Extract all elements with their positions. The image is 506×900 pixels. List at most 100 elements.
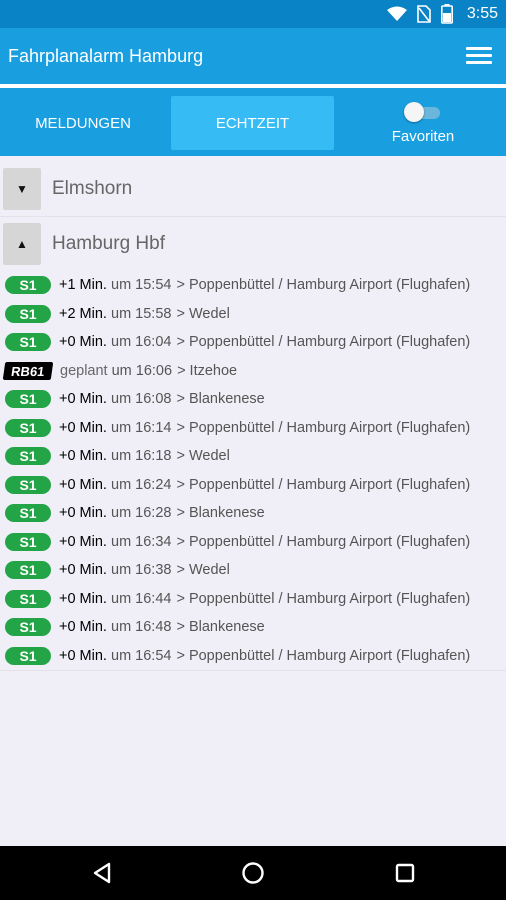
delay: +0 Min.: [59, 476, 107, 493]
status-bar: 3:55: [0, 0, 506, 28]
destination: > Itzehoe: [177, 362, 238, 379]
departure-row[interactable]: S1 +0 Min. um 16:14 > Poppenbüttel / Hambur…: [0, 414, 506, 443]
departure-row[interactable]: RB61 geplant um 16:06 > Itzehoe: [0, 357, 506, 386]
status-icons: 3:55: [386, 4, 498, 24]
delay: geplant: [60, 362, 108, 379]
delay: +1 Min.: [59, 277, 107, 294]
destination: > Wedel: [176, 305, 230, 322]
delay: +0 Min.: [59, 647, 107, 664]
hamburger-menu-icon[interactable]: [466, 44, 492, 68]
departure-row[interactable]: S1 +0 Min. um 16:08 > Blankenese: [0, 385, 506, 414]
departure-row[interactable]: S1 +0 Min. um 16:44 > Poppenbüttel / Hambur…: [0, 585, 506, 614]
station-elmshorn[interactable]: ▼ Elmshorn: [0, 162, 506, 217]
um-label: um: [111, 391, 132, 408]
departure-time: 16:34: [135, 533, 172, 550]
tab-meldungen[interactable]: MELDUNGEN: [0, 96, 166, 150]
departure-time: 16:48: [135, 619, 172, 636]
recent-apps-icon[interactable]: [391, 859, 419, 887]
system-nav-bar: [0, 846, 506, 900]
um-label: um: [111, 533, 132, 550]
um-label: um: [111, 448, 132, 465]
um-label: um: [111, 277, 132, 294]
um-label: um: [111, 647, 132, 664]
tab-echtzeit[interactable]: ECHTZEIT: [171, 96, 334, 150]
departure-row[interactable]: S1 +0 Min. um 16:28 > Blankenese: [0, 499, 506, 528]
destination: > Wedel: [176, 448, 230, 465]
departure-time: 15:54: [135, 277, 172, 294]
home-icon[interactable]: [239, 859, 267, 887]
station-name: Elmshorn: [52, 178, 133, 199]
um-label: um: [111, 476, 132, 493]
destination: > Poppenbüttel / Hamburg Airport (Flugha…: [176, 590, 471, 607]
line-badge: S1: [5, 333, 51, 352]
delay: +0 Min.: [59, 391, 107, 408]
line-badge: S1: [5, 646, 51, 665]
destination: > Blankenese: [176, 619, 265, 636]
line-badge: S1: [5, 390, 51, 409]
delay: +0 Min.: [59, 505, 107, 522]
departure-time: 15:58: [135, 305, 172, 322]
departure-time: 16:18: [135, 448, 172, 465]
um-label: um: [111, 305, 132, 322]
departure-row[interactable]: S1 +2 Min. um 15:58 > Wedel: [0, 300, 506, 329]
destination: > Poppenbüttel / Hamburg Airport (Flugha…: [176, 533, 471, 550]
departure-time: 16:08: [135, 391, 172, 408]
line-badge: S1: [5, 504, 51, 523]
line-badge: S1: [5, 418, 51, 437]
line-badge: S1: [5, 447, 51, 466]
departure-row[interactable]: S1 +0 Min. um 16:48 > Blankenese: [0, 613, 506, 642]
list-end-divider: [0, 670, 506, 671]
um-label: um: [111, 505, 132, 522]
line-badge: S1: [5, 276, 51, 295]
collapse-icon[interactable]: ▲: [3, 223, 41, 265]
delay: +0 Min.: [59, 448, 107, 465]
delay: +2 Min.: [59, 305, 107, 322]
um-label: um: [111, 362, 132, 379]
departure-list: ▼ Elmshorn ▲ Hamburg Hbf S1 +1 Min. um 15:…: [0, 162, 506, 671]
destination: > Blankenese: [176, 391, 265, 408]
departure-time: 16:04: [135, 334, 172, 351]
line-badge: S1: [5, 561, 51, 580]
line-badge: RB61: [2, 361, 54, 380]
back-icon[interactable]: [88, 859, 116, 887]
delay: +0 Min.: [59, 562, 107, 579]
delay: +0 Min.: [59, 619, 107, 636]
line-badge: S1: [5, 618, 51, 637]
destination: > Poppenbüttel / Hamburg Airport (Flugha…: [176, 647, 471, 664]
departure-row[interactable]: S1 +0 Min. um 16:18 > Wedel: [0, 442, 506, 471]
departure-row[interactable]: S1 +0 Min. um 16:24 > Poppenbüttel / Hambur…: [0, 471, 506, 500]
departure-row[interactable]: S1 +0 Min. um 16:34 > Poppenbüttel / Hambur…: [0, 528, 506, 557]
departure-time: 16:44: [135, 590, 172, 607]
app-title: Fahrplanalarm Hamburg: [8, 46, 204, 66]
tab-favoriten[interactable]: Favoriten: [340, 96, 506, 150]
tab-favoriten-label: Favoriten: [391, 127, 455, 145]
um-label: um: [111, 562, 132, 579]
station-hamburg-hbf[interactable]: ▲ Hamburg Hbf: [0, 217, 506, 271]
departure-time: 16:14: [135, 419, 172, 436]
departure-row[interactable]: S1 +0 Min. um 16:04 > Poppenbüttel / Hambur…: [0, 328, 506, 357]
status-time: 3:55: [466, 5, 498, 22]
um-label: um: [111, 419, 132, 436]
departure-row[interactable]: S1 +0 Min. um 16:38 > Wedel: [0, 556, 506, 585]
destination: > Poppenbüttel / Hamburg Airport (Flugha…: [176, 419, 471, 436]
delay: +0 Min.: [59, 334, 107, 351]
departure-row[interactable]: S1 +0 Min. um 16:54 > Poppenbüttel / Hambur…: [0, 642, 506, 671]
favoriten-toggle[interactable]: [404, 101, 442, 122]
um-label: um: [111, 619, 132, 636]
delay: +0 Min.: [59, 590, 107, 607]
tab-echtzeit-label: ECHTZEIT: [215, 114, 290, 132]
expand-icon[interactable]: ▼: [3, 168, 41, 210]
delay: +0 Min.: [59, 533, 107, 550]
station-name: Hamburg Hbf: [52, 233, 165, 254]
destination: > Poppenbüttel / Hamburg Airport (Flugha…: [176, 334, 471, 351]
departure-time: 16:24: [135, 476, 172, 493]
destination: > Blankenese: [176, 505, 265, 522]
destination: > Wedel: [176, 562, 230, 579]
departure-time: 16:54: [135, 647, 172, 664]
app-bar: Fahrplanalarm Hamburg: [0, 28, 506, 84]
departure-row[interactable]: S1 +1 Min. um 15:54 > Poppenbüttel / Hambur…: [0, 271, 506, 300]
battery-icon: [440, 4, 453, 24]
tab-meldungen-label: MELDUNGEN: [35, 114, 131, 132]
departure-time: 16:06: [135, 362, 173, 379]
destination: > Poppenbüttel / Hamburg Airport (Flugha…: [176, 277, 471, 294]
